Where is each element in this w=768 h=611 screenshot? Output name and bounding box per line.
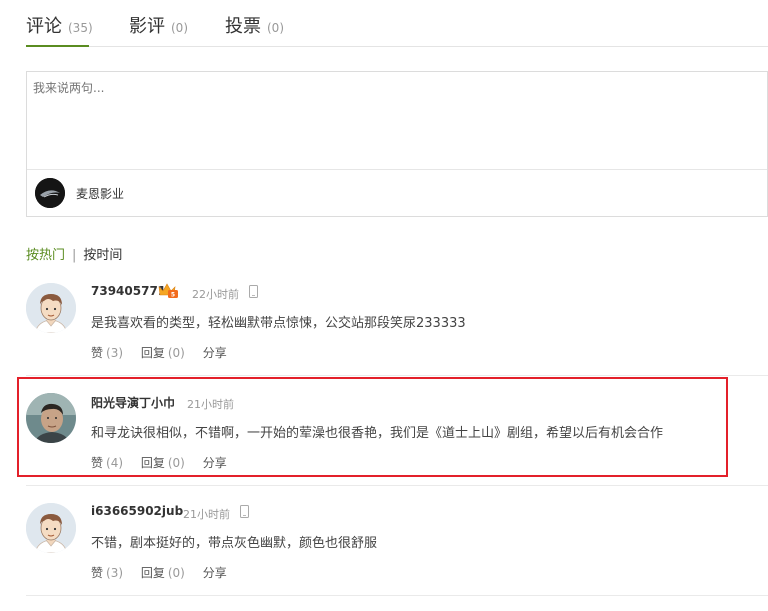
like-button[interactable]: 赞 (3) (91, 346, 123, 360)
current-user-name[interactable]: 麦恩影业 (76, 185, 124, 202)
tab-votes[interactable]: 投票 (0) (225, 12, 284, 46)
comment-text: 和寻龙诀很相似，不错啊，一开始的荤澡也很香艳，我们是《道士上山》剧组，希望以后有… (91, 426, 664, 441)
like-button[interactable]: 赞 (3) (91, 566, 123, 580)
like-count: (3) (106, 346, 124, 360)
tab-votes-count: (0) (267, 21, 284, 35)
reply-button[interactable]: 回复 (0) (141, 456, 185, 470)
like-label: 赞 (91, 456, 104, 470)
comment-divider (26, 485, 768, 486)
default-user-avatar-icon (26, 503, 76, 553)
share-button[interactable]: 分享 (203, 456, 227, 470)
share-button[interactable]: 分享 (203, 346, 227, 360)
avatar[interactable] (26, 283, 76, 333)
tab-comments-label: 评论 (26, 16, 62, 37)
comment-time: 22小时前 (192, 288, 239, 301)
like-count: (4) (106, 456, 124, 470)
reply-button[interactable]: 回复 (0) (141, 346, 185, 360)
default-user-avatar-icon (26, 283, 76, 333)
current-user-logo-icon (35, 178, 65, 208)
sort-by-hot[interactable]: 按热门 (26, 248, 65, 263)
comment-text: 是我喜欢看的类型，轻松幽默带点惊悚，公交站那段笑尿233333 (91, 316, 466, 331)
like-label: 赞 (91, 346, 104, 360)
comment-divider (26, 375, 768, 376)
sort-separator: | (72, 248, 77, 263)
share-button[interactable]: 分享 (203, 566, 227, 580)
comment-input[interactable] (27, 72, 767, 172)
mobile-phone-icon (240, 505, 249, 518)
comment-compose-box: 麦恩影业 (26, 71, 768, 217)
comment-user-name[interactable]: 阳光导演丁小巾 (91, 394, 175, 411)
reply-button[interactable]: 回复 (0) (141, 566, 185, 580)
reply-count: (0) (167, 346, 185, 360)
comment-divider (26, 595, 768, 596)
tab-reviews[interactable]: 影评 (0) (129, 12, 188, 46)
sort-bar: 按热门 | 按时间 (26, 244, 122, 263)
user-photo-avatar-icon (26, 393, 76, 443)
comment-user-name[interactable]: 739405771 (91, 284, 166, 298)
reply-count: (0) (167, 566, 185, 580)
tab-votes-label: 投票 (225, 16, 261, 37)
sort-by-time[interactable]: 按时间 (83, 248, 122, 263)
like-count: (3) (106, 566, 124, 580)
reply-label: 回复 (140, 566, 165, 580)
comment-actions: 赞 (3) 回复 (0) 分享 (91, 564, 241, 581)
svg-text:5: 5 (171, 292, 175, 299)
reply-label: 回复 (140, 346, 165, 360)
crown-badge-icon: 5 (158, 283, 178, 299)
mobile-phone-icon (249, 285, 258, 298)
reply-label: 回复 (140, 456, 165, 470)
comment-time: 21小时前 (187, 398, 234, 411)
compose-footer: 麦恩影业 (27, 169, 767, 216)
comment-tabs: 评论 (35) 影评 (0) 投票 (0) (26, 0, 768, 47)
reply-count: (0) (167, 456, 185, 470)
tab-comments-count: (35) (68, 21, 93, 35)
comment-time: 21小时前 (183, 508, 230, 521)
tab-comments[interactable]: 评论 (35) (26, 12, 93, 47)
tab-reviews-label: 影评 (129, 16, 165, 37)
current-user-avatar[interactable] (35, 178, 65, 208)
like-label: 赞 (91, 566, 104, 580)
tab-reviews-count: (0) (171, 21, 188, 35)
avatar[interactable] (26, 393, 76, 443)
comment-text: 不错，剧本挺好的，带点灰色幽默，颜色也很舒服 (91, 536, 378, 551)
comment-actions: 赞 (4) 回复 (0) 分享 (91, 454, 241, 471)
comment-actions: 赞 (3) 回复 (0) 分享 (91, 344, 241, 361)
comment-user-name[interactable]: i63665902jub (91, 504, 183, 518)
like-button[interactable]: 赞 (4) (91, 456, 123, 470)
avatar[interactable] (26, 503, 76, 553)
